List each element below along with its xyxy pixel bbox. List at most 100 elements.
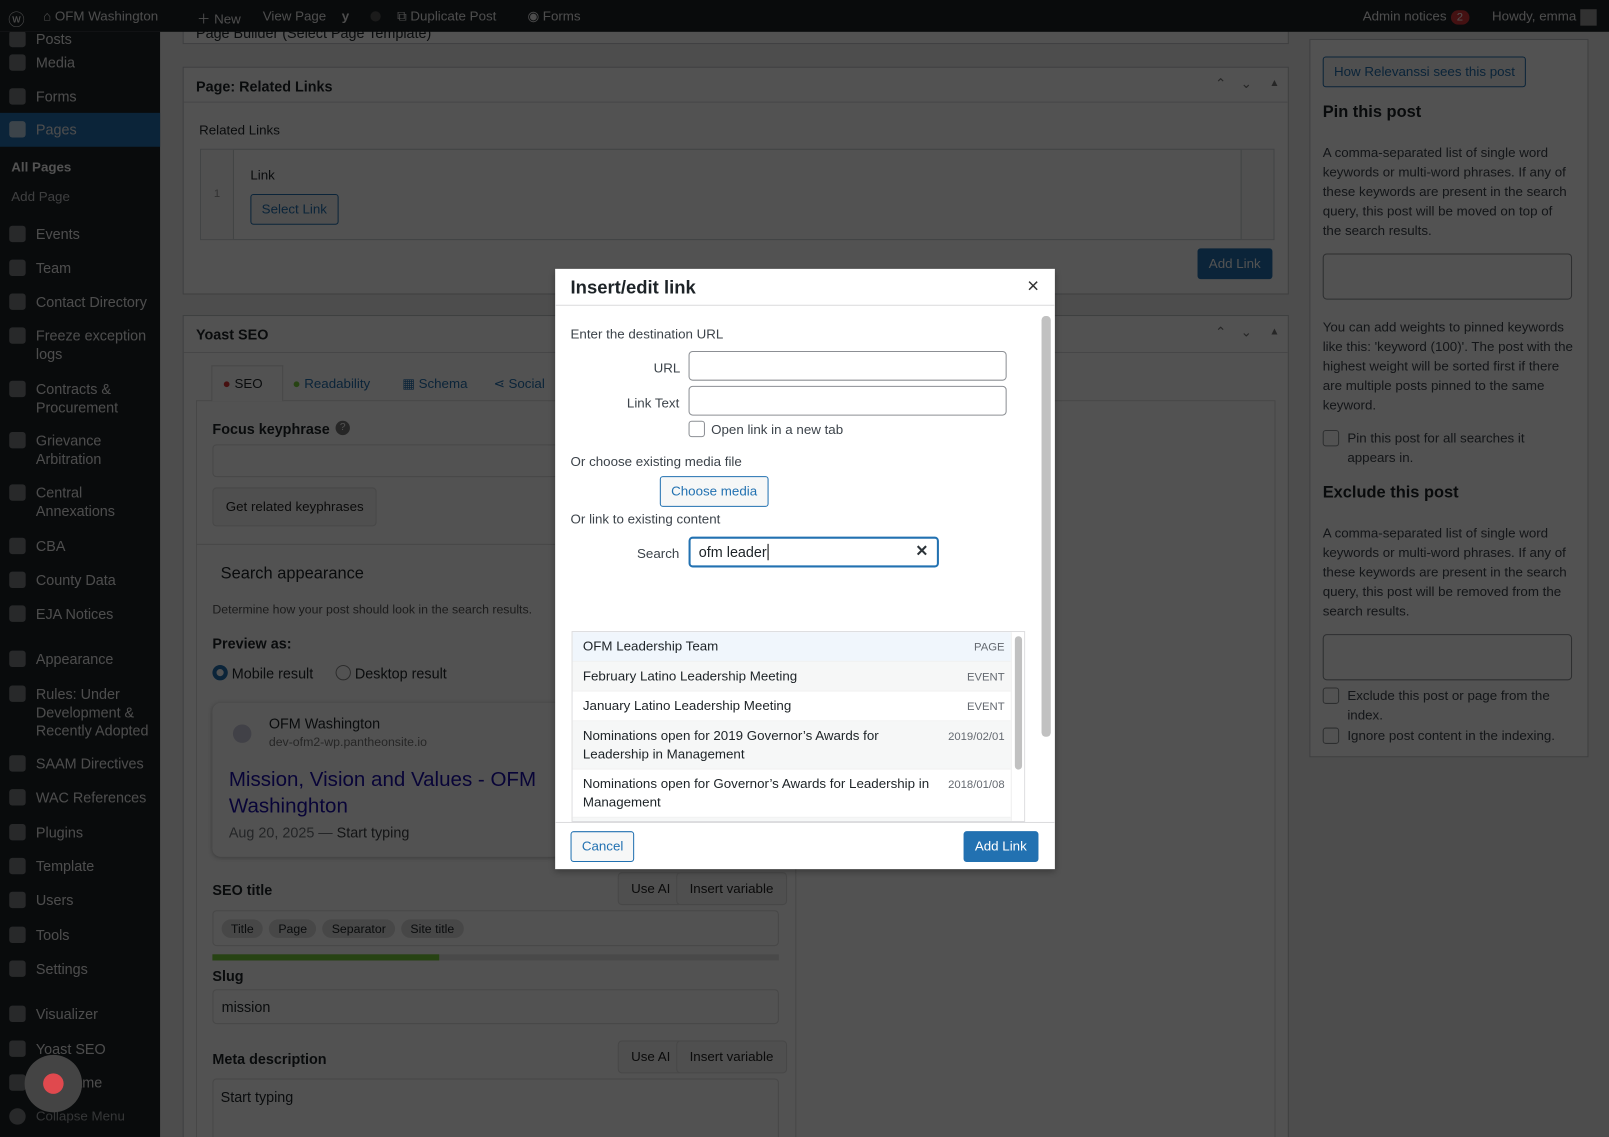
link-text-input[interactable]: [688, 385, 1007, 416]
menu-pages[interactable]: Pages: [0, 112, 161, 147]
relevanssi-preview-button[interactable]: How Relevanssi sees this post: [1322, 56, 1527, 88]
insert-variable-button[interactable]: Insert variable: [676, 872, 787, 906]
menu-visualizer[interactable]: Visualizer: [0, 1005, 160, 1023]
submenu-all-pages[interactable]: All Pages: [11, 159, 71, 174]
menu-tools[interactable]: Tools: [0, 926, 160, 944]
relevanssi-panel: How Relevanssi sees this post Pin this p…: [1309, 38, 1589, 758]
menu-posts[interactable]: Posts: [0, 30, 160, 48]
menu-wac-references[interactable]: WAC References: [0, 788, 160, 806]
status-dot-icon: [370, 11, 381, 22]
search-result-item[interactable]: February Latino Leadership Meeting EVENT: [572, 661, 1011, 692]
add-link-submit-button[interactable]: Add Link: [963, 831, 1039, 862]
exclude-keywords-textarea[interactable]: [1322, 634, 1573, 681]
preview-title-link[interactable]: Mission, Vision and Values - OFM Washing…: [229, 767, 547, 820]
menu-cba[interactable]: CBA: [0, 537, 160, 555]
menu-eja-notices[interactable]: EJA Notices: [0, 604, 160, 622]
menu-contracts[interactable]: Contracts & Procurement: [0, 380, 160, 417]
focus-keyphrase-input[interactable]: [212, 444, 562, 478]
pin-all-checkbox[interactable]: [1322, 429, 1340, 447]
result-title: January Latino Leadership Meeting: [582, 697, 792, 714]
collapse-menu[interactable]: Collapse Menu: [0, 1107, 160, 1125]
move-up-icon[interactable]: ⌃: [1215, 76, 1226, 92]
admin-sidebar: Posts Media Forms Pages All Pages Add Pa…: [0, 30, 161, 1137]
record-icon: [43, 1073, 64, 1094]
duplicate-post-link[interactable]: ⧉ Duplicate Post: [397, 8, 496, 24]
seo-title-input[interactable]: Title Page Separator Site title: [212, 910, 779, 947]
result-title: OFM Leadership Team: [582, 638, 719, 654]
menu-template[interactable]: Template: [0, 857, 160, 875]
move-down-icon[interactable]: ⌄: [1241, 324, 1252, 340]
search-result-item[interactable]: Nominations open for 2019 Governor’s Awa…: [572, 721, 1011, 770]
search-result-item[interactable]: OFM Leadership Team PAGE: [572, 632, 1011, 662]
use-ai-button[interactable]: Use AI: [617, 872, 684, 906]
database-icon: [9, 755, 26, 772]
results-scroll-thumb[interactable]: [1014, 636, 1023, 770]
move-down-icon[interactable]: ⌄: [1241, 76, 1252, 92]
view-page-link[interactable]: View Page: [263, 8, 327, 23]
tab-social[interactable]: ⋖ Social: [494, 376, 545, 392]
toggle-panel-icon[interactable]: ▲: [1269, 326, 1279, 337]
menu-plugins[interactable]: Plugins: [0, 823, 160, 841]
choose-media-button[interactable]: Choose media: [659, 476, 769, 507]
add-link-button[interactable]: Add Link: [1197, 248, 1273, 280]
team-icon: [9, 259, 26, 277]
desktop-result-radio[interactable]: Desktop result: [335, 664, 447, 681]
menu-rules[interactable]: Rules: Under Development & Recently Adop…: [0, 684, 160, 739]
exclude-index-checkbox[interactable]: [1322, 687, 1340, 704]
dialog-scrollbar[interactable]: [1041, 316, 1051, 737]
new-link[interactable]: ＋ New: [197, 8, 241, 27]
menu-appearance[interactable]: Appearance: [0, 650, 160, 668]
menu-team[interactable]: Team: [0, 259, 160, 277]
search-input[interactable]: ofm leader: [688, 536, 939, 568]
plus-icon: ＋: [197, 11, 215, 27]
menu-media[interactable]: Media: [0, 53, 160, 71]
tab-readability[interactable]: ● Readability: [292, 376, 370, 391]
menu-yoast-seo[interactable]: Yoast SEO: [0, 1039, 160, 1057]
copy-icon: ⧉: [397, 8, 411, 24]
menu-users[interactable]: Users: [0, 891, 160, 909]
wordpress-logo-icon[interactable]: ⓦ: [8, 6, 24, 31]
new-tab-checkbox[interactable]: [688, 420, 705, 438]
floating-record-button[interactable]: [24, 1054, 83, 1113]
menu-settings[interactable]: Settings: [0, 959, 160, 977]
pin-keywords-textarea[interactable]: [1322, 253, 1573, 300]
toggle-panel-icon[interactable]: ▲: [1269, 78, 1279, 89]
tab-schema[interactable]: ▦ Schema: [402, 376, 467, 392]
admin-notices-link[interactable]: Admin notices 2: [1363, 8, 1470, 25]
url-input[interactable]: [688, 350, 1007, 381]
submenu-add-page[interactable]: Add Page: [11, 189, 70, 204]
get-related-keyphrases-button[interactable]: Get related keyphrases: [212, 487, 378, 527]
search-result-item[interactable]: Nominations open for Governor’s Awards f…: [572, 769, 1011, 818]
close-icon[interactable]: ×: [1027, 275, 1039, 299]
clear-search-icon[interactable]: ✕: [915, 542, 928, 560]
yoast-icon[interactable]: y: [342, 8, 349, 23]
mobile-result-radio[interactable]: Mobile result: [212, 664, 313, 681]
insert-variable-button[interactable]: Insert variable: [676, 1040, 787, 1074]
radio-checked-icon: [212, 664, 228, 681]
slug-input[interactable]: mission: [212, 989, 779, 1025]
cancel-button[interactable]: Cancel: [570, 831, 635, 862]
forms-link[interactable]: ◉ Forms: [527, 8, 580, 24]
menu-county-data[interactable]: County Data: [0, 571, 160, 589]
menu-events[interactable]: Events: [0, 225, 160, 243]
template-icon: [9, 857, 26, 875]
ignore-content-checkbox[interactable]: [1322, 727, 1340, 744]
radio-icon: [335, 664, 351, 681]
account-menu[interactable]: Howdy, emma: [1492, 8, 1597, 26]
search-result-item[interactable]: January Latino Leadership Meeting EVENT: [572, 691, 1011, 722]
site-name-link[interactable]: ⌂ OFM Washington: [43, 8, 158, 23]
select-link-button[interactable]: Select Link: [250, 193, 339, 225]
help-icon[interactable]: ?: [335, 420, 350, 436]
move-up-icon[interactable]: ⌃: [1215, 324, 1226, 340]
menu-contact-directory[interactable]: Contact Directory: [0, 292, 160, 310]
use-ai-button[interactable]: Use AI: [617, 1040, 684, 1074]
result-info: 2018/01/08: [948, 778, 1005, 792]
menu-freeze-exception-logs[interactable]: Freeze exception logs: [0, 326, 160, 363]
menu-forms[interactable]: Forms: [0, 87, 160, 105]
results-scrollbar[interactable]: [1010, 632, 1025, 821]
menu-saam-directives[interactable]: SAAM Directives: [0, 754, 160, 772]
meta-description-input[interactable]: Start typing: [212, 1078, 779, 1137]
menu-grievance[interactable]: Grievance Arbitration: [0, 431, 160, 468]
tab-seo[interactable]: ● SEO: [211, 365, 284, 402]
menu-central-annexations[interactable]: Central Annexations: [0, 483, 160, 520]
